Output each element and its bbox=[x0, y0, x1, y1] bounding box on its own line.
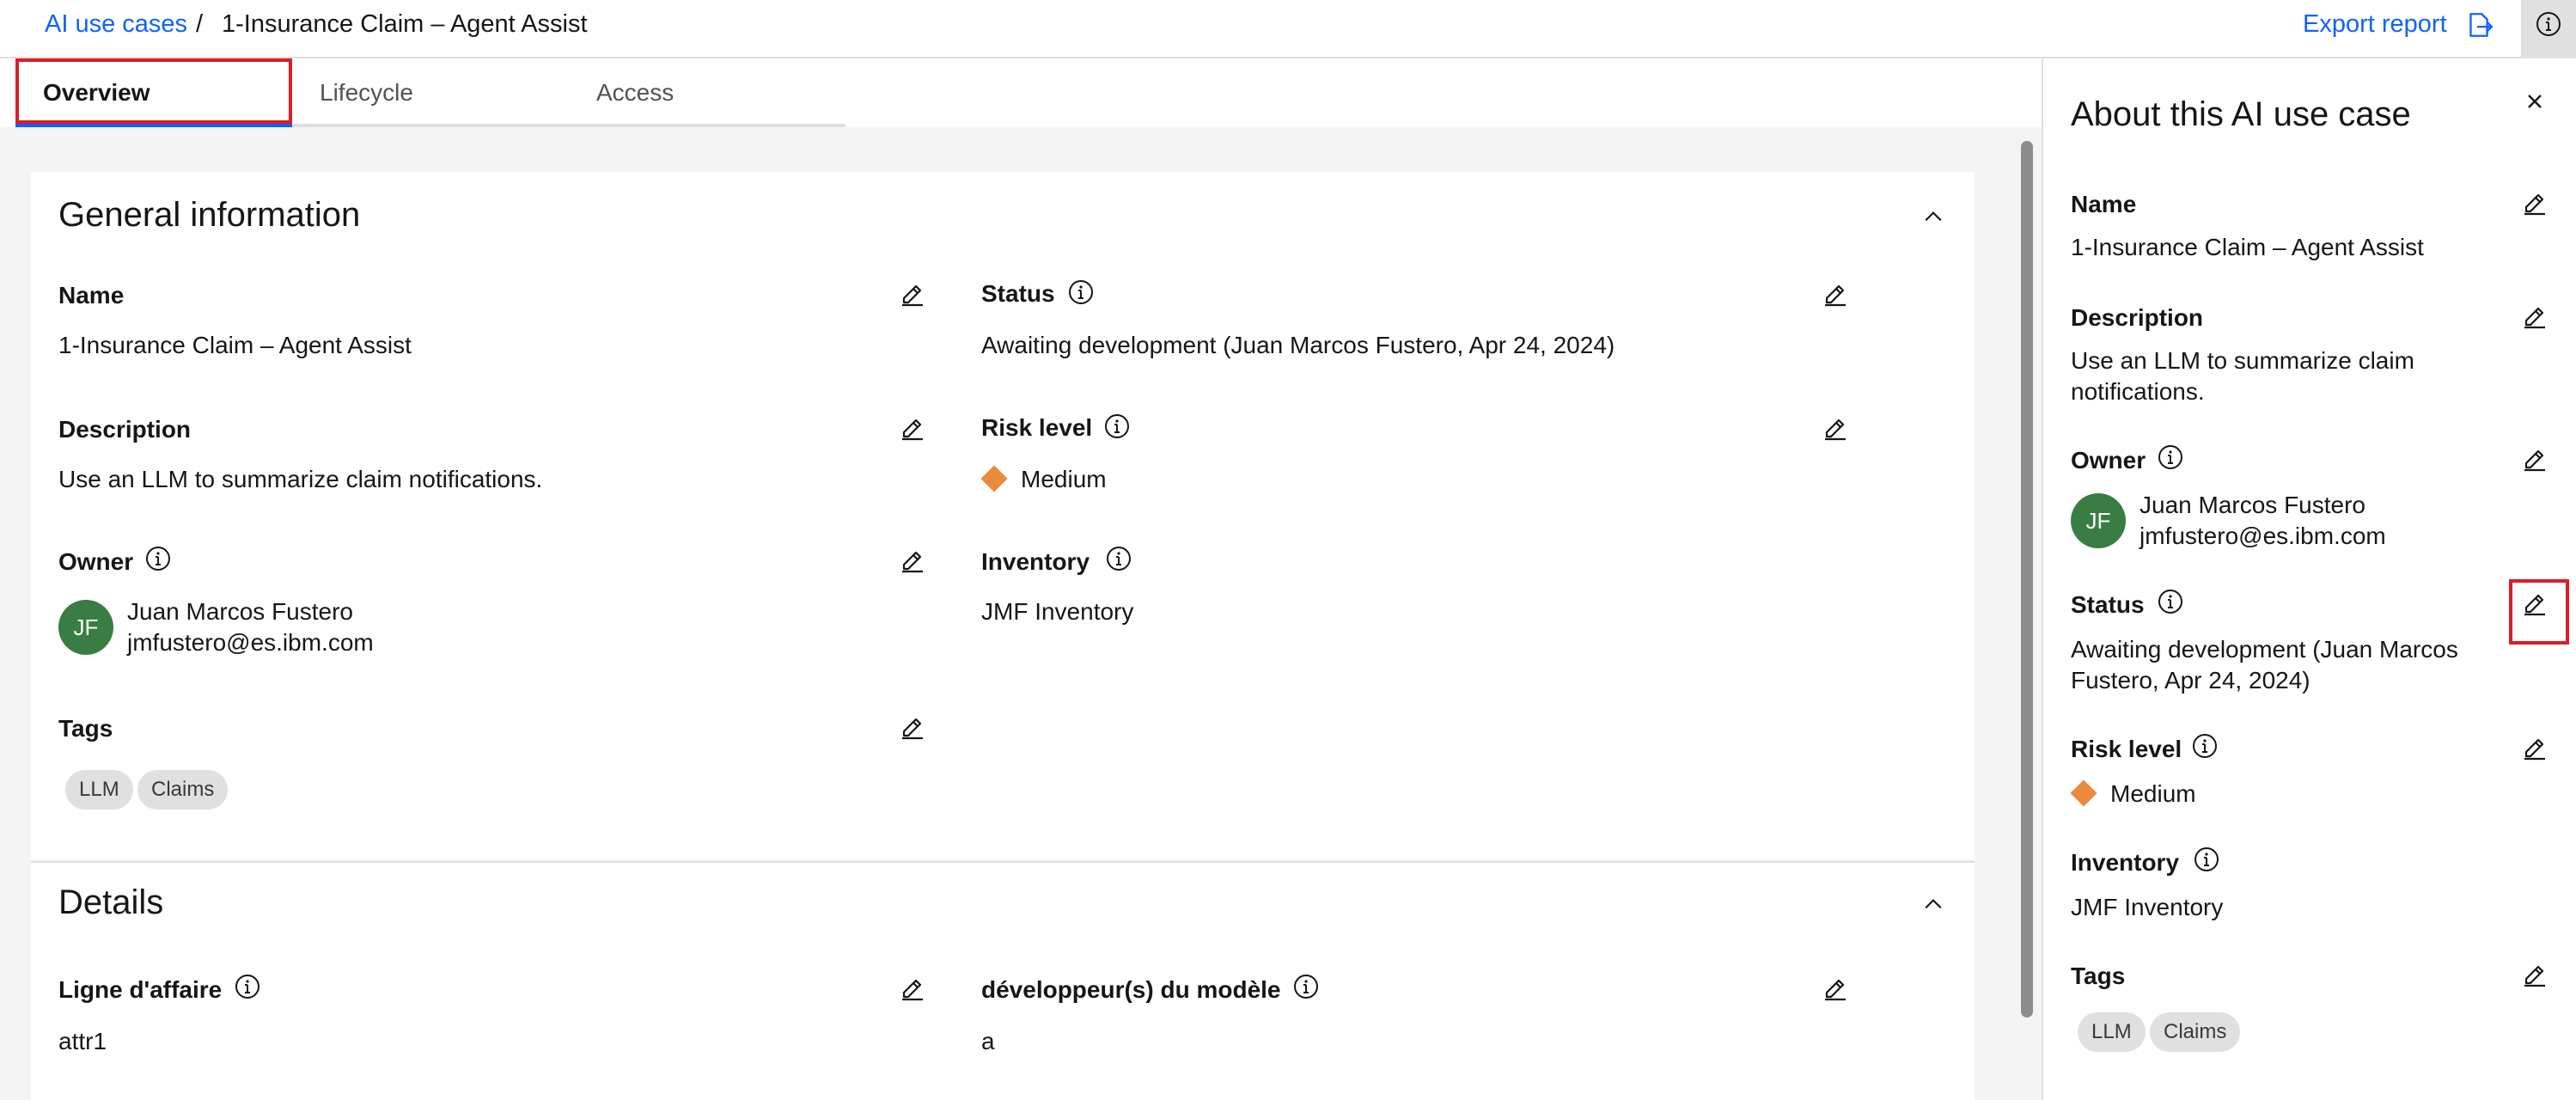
close-icon[interactable] bbox=[2521, 88, 2549, 115]
panel-owner-info-icon[interactable] bbox=[2157, 443, 2184, 471]
tab-access[interactable]: Access bbox=[569, 58, 845, 127]
risk-medium-indicator bbox=[980, 465, 1008, 492]
panel-edit-name-icon[interactable] bbox=[2521, 189, 2549, 217]
edit-model-developer-icon[interactable] bbox=[1822, 975, 1849, 1002]
model-developer-info-icon[interactable] bbox=[1292, 973, 1320, 1000]
panel-inventory-info-icon[interactable] bbox=[2193, 846, 2220, 873]
inventory-value: JMF Inventory bbox=[981, 598, 1134, 625]
description-label: Description bbox=[58, 416, 192, 443]
tab-overview[interactable]: Overview bbox=[15, 58, 292, 127]
name-label: Name bbox=[58, 282, 125, 309]
export-icon[interactable] bbox=[2464, 10, 2494, 40]
panel-risk-medium-indicator bbox=[2070, 779, 2097, 807]
owner-email: jmfustero@es.ibm.com bbox=[127, 629, 374, 656]
panel-tag-chip: LLM bbox=[2078, 1012, 2146, 1052]
chevron-up-icon[interactable] bbox=[1921, 205, 1945, 229]
status-value: Awaiting development (Juan Marcos Fuster… bbox=[981, 332, 1615, 358]
information-icon bbox=[2535, 10, 2562, 38]
inventory-info-icon[interactable] bbox=[1105, 545, 1132, 572]
panel-status-label: Status bbox=[2071, 591, 2145, 618]
description-value: Use an LLM to summarize claim notificati… bbox=[58, 466, 543, 492]
edit-name-icon[interactable] bbox=[899, 280, 926, 308]
edit-line-of-business-icon[interactable] bbox=[899, 975, 926, 1002]
panel-title: About this AI use case bbox=[2071, 95, 2411, 133]
line-of-business-value: attr1 bbox=[58, 1028, 107, 1054]
tab-bar: Overview Lifecycle Access bbox=[0, 58, 2042, 127]
breadcrumb-link-ai-use-cases[interactable]: AI use cases bbox=[45, 9, 187, 40]
panel-tag-chip: Claims bbox=[2150, 1012, 2241, 1052]
panel-description-value: Use an LLM to summarize claim bbox=[2071, 347, 2414, 374]
tab-lifecycle[interactable]: Lifecycle bbox=[292, 58, 569, 127]
panel-inventory-label: Inventory bbox=[2071, 849, 2180, 876]
panel-tags-label: Tags bbox=[2071, 962, 2126, 989]
panel-description-value-cont: notifications. bbox=[2071, 378, 2205, 405]
panel-description-label: Description bbox=[2071, 304, 2204, 331]
edit-tags-icon[interactable] bbox=[899, 713, 926, 741]
tags-label: Tags bbox=[58, 715, 113, 742]
risk-level-label: Risk level bbox=[981, 414, 1093, 441]
about-side-panel: About this AI use case Name 1-Insurance … bbox=[2042, 58, 2576, 1100]
details-section: Details Ligne d'affaire attr1 développeu… bbox=[31, 861, 1975, 1100]
breadcrumb-current: 1-Insurance Claim – Agent Assist bbox=[222, 10, 588, 38]
status-info-icon[interactable] bbox=[1067, 278, 1095, 306]
panel-edit-description-icon[interactable] bbox=[2521, 302, 2549, 330]
tag-chip: LLM bbox=[65, 770, 133, 810]
panel-owner-email: jmfustero@es.ibm.com bbox=[2140, 522, 2386, 549]
panel-risk-level-value: Medium bbox=[2110, 780, 2196, 807]
status-label: Status bbox=[981, 280, 1055, 307]
owner-avatar: JF bbox=[58, 600, 113, 655]
export-report-link[interactable]: Export report bbox=[2303, 9, 2447, 40]
chevron-up-icon[interactable] bbox=[1921, 892, 1945, 916]
tag-chip: Claims bbox=[137, 770, 229, 810]
owner-label: Owner bbox=[58, 548, 134, 575]
panel-edit-risk-level-icon[interactable] bbox=[2521, 734, 2549, 761]
section-title: General information bbox=[58, 196, 361, 234]
edit-owner-icon[interactable] bbox=[899, 547, 926, 574]
general-information-section: General information Name 1-Insurance Cla… bbox=[31, 172, 1975, 859]
panel-name-label: Name bbox=[2071, 191, 2137, 217]
line-of-business-info-icon[interactable] bbox=[234, 973, 261, 1000]
line-of-business-label: Ligne d'affaire bbox=[58, 976, 223, 1003]
inventory-label: Inventory bbox=[981, 548, 1090, 575]
edit-description-icon[interactable] bbox=[899, 414, 926, 442]
panel-edit-status-icon[interactable] bbox=[2521, 590, 2549, 617]
panel-risk-level-label: Risk level bbox=[2071, 736, 2182, 762]
edit-status-icon[interactable] bbox=[1822, 280, 1849, 308]
edit-risk-level-icon[interactable] bbox=[1822, 414, 1849, 442]
top-header: AI use cases / 1-Insurance Claim – Agent… bbox=[0, 0, 2576, 58]
risk-level-info-icon[interactable] bbox=[1103, 412, 1131, 440]
panel-owner-avatar: JF bbox=[2071, 493, 2126, 548]
panel-risk-level-info-icon[interactable] bbox=[2191, 732, 2219, 760]
about-panel-toggle-button[interactable] bbox=[2521, 0, 2576, 58]
panel-name-value: 1-Insurance Claim – Agent Assist bbox=[2071, 234, 2424, 260]
owner-name: Juan Marcos Fustero bbox=[127, 598, 353, 625]
breadcrumb-separator: / bbox=[196, 10, 204, 38]
panel-status-value: Awaiting development (Juan Marcos bbox=[2071, 636, 2458, 663]
panel-owner-name: Juan Marcos Fustero bbox=[2140, 492, 2365, 518]
section-title: Details bbox=[58, 883, 164, 921]
risk-level-value: Medium bbox=[1021, 466, 1107, 492]
panel-edit-tags-icon[interactable] bbox=[2521, 961, 2549, 988]
panel-edit-owner-icon[interactable] bbox=[2521, 445, 2549, 473]
panel-inventory-value: JMF Inventory bbox=[2071, 894, 2224, 920]
owner-info-icon[interactable] bbox=[144, 545, 172, 572]
scrollbar-thumb[interactable] bbox=[2021, 141, 2033, 1018]
panel-status-info-icon[interactable] bbox=[2157, 588, 2184, 615]
panel-owner-label: Owner bbox=[2071, 447, 2146, 474]
panel-status-value-cont: Fustero, Apr 24, 2024) bbox=[2071, 667, 2310, 694]
model-developer-value: a bbox=[981, 1028, 995, 1054]
name-value: 1-Insurance Claim – Agent Assist bbox=[58, 332, 412, 358]
model-developer-label: développeur(s) du modèle bbox=[981, 976, 1281, 1003]
